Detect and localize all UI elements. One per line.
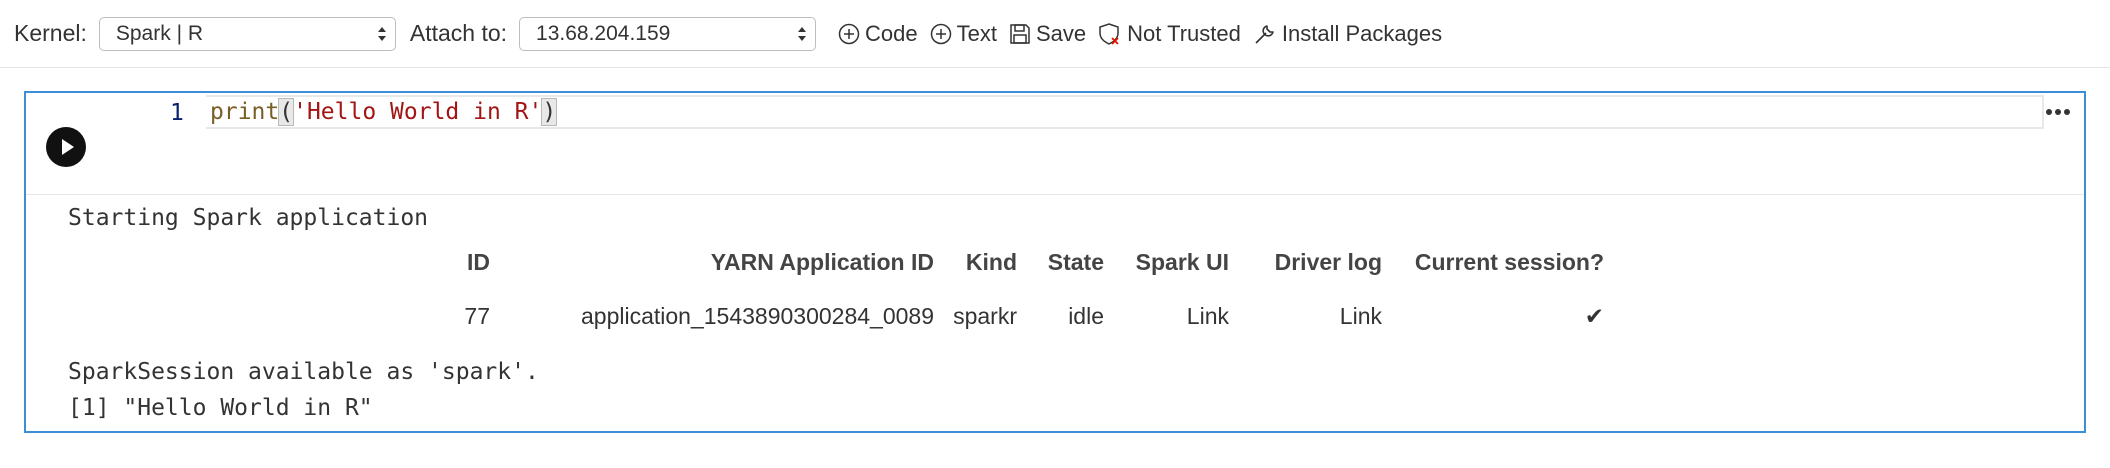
kernel-select[interactable]: Spark | R xyxy=(98,16,396,51)
result-text: [1] "Hello World in R" xyxy=(68,395,373,421)
cell-yarn-app-id: application_1543890300284_0089 xyxy=(580,303,934,329)
play-icon xyxy=(62,139,74,155)
save-icon xyxy=(1010,23,1030,44)
attach-label: Attach to: xyxy=(409,20,508,46)
trust-label: Not Trusted xyxy=(1127,20,1241,46)
cell-state: idle xyxy=(1068,303,1104,329)
code-paren-token: ) xyxy=(541,98,558,126)
spark-session-text: SparkSession available as 'spark'. xyxy=(68,359,539,385)
code-function-token: print xyxy=(210,99,280,125)
starting-spark-text: Starting Spark application xyxy=(68,205,429,231)
cell-id: 77 xyxy=(464,303,490,329)
code-string-token: 'Hello World in R' xyxy=(293,99,543,125)
header-driver-log: Driver log xyxy=(1274,249,1382,275)
add-text-button[interactable]: Text xyxy=(930,21,997,47)
plus-circle-icon xyxy=(838,23,860,44)
add-code-label: Code xyxy=(865,20,918,46)
current-session-checkmark: ✔ xyxy=(1584,303,1604,329)
line-number: 1 xyxy=(170,100,184,126)
notebook-toolbar: Kernel: Spark | R Attach to: 13.68.204.1… xyxy=(0,0,2110,68)
session-table-header: ID YARN Application ID Kind State Spark … xyxy=(26,249,2084,285)
trust-button[interactable]: Not Trusted xyxy=(1098,21,1241,47)
attach-select[interactable]: 13.68.204.159 xyxy=(519,16,817,51)
cell-kind: sparkr xyxy=(953,303,1017,329)
header-kind: Kind xyxy=(965,249,1017,275)
header-spark-ui: Spark UI xyxy=(1135,249,1229,275)
header-state: State xyxy=(1047,249,1104,275)
code-cell[interactable]: 1 print('Hello World in R') Starting Spa… xyxy=(24,91,2086,433)
spark-ui-link[interactable]: Link xyxy=(1187,303,1229,330)
plus-circle-icon xyxy=(930,23,951,44)
add-code-button[interactable]: Code xyxy=(838,21,918,47)
code-editor[interactable]: 1 print('Hello World in R') xyxy=(26,93,2084,194)
cell-output: Starting Spark application ID YARN Appli… xyxy=(26,195,2084,433)
add-text-label: Text xyxy=(956,20,997,46)
save-button[interactable]: Save xyxy=(1009,21,1086,47)
code-line[interactable]: print('Hello World in R') xyxy=(206,95,2044,129)
header-yarn-app-id: YARN Application ID xyxy=(710,249,934,275)
select-arrows-icon xyxy=(798,26,807,41)
install-packages-label: Install Packages xyxy=(1281,20,1443,46)
header-id: ID xyxy=(467,249,490,275)
save-label: Save xyxy=(1036,20,1087,46)
more-actions-icon[interactable] xyxy=(2042,101,2074,123)
code-paren-token: ( xyxy=(278,98,295,126)
kernel-select-value: Spark | R xyxy=(115,21,204,45)
session-table-row: 77 application_1543890300284_0089 sparkr… xyxy=(26,303,2084,339)
wrench-icon xyxy=(1255,24,1274,44)
shield-untrusted-icon xyxy=(1099,22,1119,45)
driver-log-link[interactable]: Link xyxy=(1340,303,1382,330)
attach-select-value: 13.68.204.159 xyxy=(536,21,671,45)
run-cell-button[interactable] xyxy=(46,127,86,167)
select-arrows-icon xyxy=(377,26,386,41)
install-packages-button[interactable]: Install Packages xyxy=(1253,21,1442,47)
header-current-session: Current session? xyxy=(1414,249,1604,275)
kernel-label: Kernel: xyxy=(14,20,87,46)
